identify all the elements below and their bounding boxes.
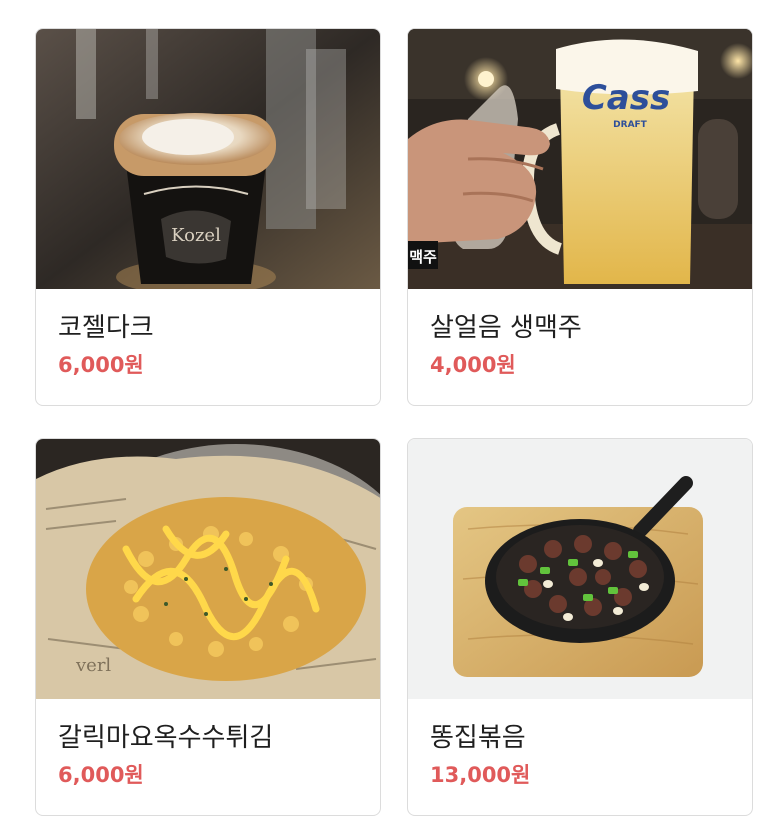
svg-text:Cass: Cass [582, 78, 670, 118]
menu-item-price: 13,000원 [430, 763, 531, 787]
menu-item-name: 코젤다크 [58, 313, 154, 343]
corn-fries-photo: verl de la [36, 439, 380, 699]
menu-item-name: 똥집볶음 [430, 723, 526, 753]
svg-text:맥주: 맥주 [409, 248, 437, 266]
menu-card-info: 코젤다크 6,000원 [36, 289, 380, 405]
menu-card-info: 살얼음 생맥주 4,000원 [408, 289, 752, 405]
menu-item-name: 갈릭마요옥수수튀김 [58, 723, 274, 753]
menu-card-gizzard-stir-fry[interactable]: 똥집볶음 13,000원 [407, 438, 753, 816]
svg-text:Kozel: Kozel [171, 225, 221, 246]
menu-card-info: 갈릭마요옥수수튀김 6,000원 [36, 699, 380, 815]
dark-beer-photo: Kozel [36, 29, 380, 289]
gizzard-skillet-photo [408, 439, 752, 699]
draft-beer-photo: Cass DRAFT 맥주 [408, 29, 752, 289]
menu-item-price: 4,000원 [430, 353, 516, 377]
menu-item-name: 살얼음 생맥주 [430, 313, 582, 343]
menu-card-draft-beer[interactable]: Cass DRAFT 맥주 살얼음 생맥주 4,000원 [407, 28, 753, 406]
menu-card-kozel-dark[interactable]: Kozel 코젤다크 6,000원 [35, 28, 381, 406]
menu-item-price: 6,000원 [58, 353, 144, 377]
menu-item-price: 6,000원 [58, 763, 144, 787]
menu-card-info: 똥집볶음 13,000원 [408, 699, 752, 815]
menu-card-garlic-mayo-corn[interactable]: verl de la [35, 438, 381, 816]
svg-text:verl: verl [75, 655, 111, 676]
menu-grid: Kozel 코젤다크 6,000원 Cass DRAFT 맥주 살얼음 생맥주 … [0, 0, 773, 830]
svg-text:DRAFT: DRAFT [613, 120, 648, 130]
